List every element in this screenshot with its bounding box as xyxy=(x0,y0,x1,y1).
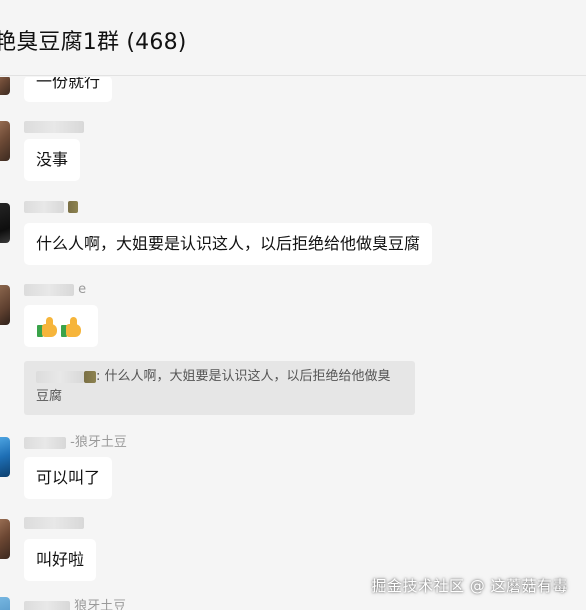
avatar[interactable] xyxy=(0,285,10,325)
redacted-name xyxy=(24,436,66,449)
sender-name: e xyxy=(24,282,86,298)
message-bubble[interactable]: 叫好啦 xyxy=(24,539,97,581)
sender-name-text: 狼牙土豆 xyxy=(74,599,127,610)
chat-header: 艳臭豆腐1群 (468) xyxy=(0,0,586,76)
message-list[interactable]: 一份就行 没事 什么人啊，大姐要是认识这人，以后拒绝给他做臭豆腐 e: 什么人… xyxy=(0,77,586,610)
message-text: 没事 xyxy=(36,150,69,169)
redacted-name xyxy=(36,370,84,383)
redacted-name xyxy=(24,600,70,610)
redacted-name xyxy=(24,516,84,529)
message-bubble[interactable]: 可以叫了 xyxy=(24,457,113,499)
sender-name-text: e xyxy=(78,282,87,297)
redacted-name xyxy=(24,283,74,296)
message-bubble[interactable] xyxy=(24,305,98,347)
message-text: 叫好啦 xyxy=(36,550,85,569)
avatar[interactable] xyxy=(0,121,10,161)
redacted-name xyxy=(24,200,64,213)
sender-name: -狼牙土豆 xyxy=(24,431,127,450)
sender-name xyxy=(24,199,79,215)
message-bubble[interactable]: 一份就行 xyxy=(24,77,113,102)
quoted-message[interactable]: : 什么人啊，大姐要是认识这人，以后拒绝给他做臭豆腐 xyxy=(24,361,415,415)
avatar[interactable] xyxy=(0,519,10,559)
redacted-name xyxy=(68,200,79,213)
message-text: 什么人啊，大姐要是认识这人，以后拒绝给他做臭豆腐 xyxy=(36,234,421,253)
avatar[interactable] xyxy=(0,203,10,243)
sender-name xyxy=(24,515,84,531)
message-text: 一份就行 xyxy=(36,77,101,91)
sender-name: 狼牙土豆 xyxy=(24,595,126,610)
message-text: 可以叫了 xyxy=(36,468,101,487)
redacted-name xyxy=(84,370,96,383)
watermark: 掘金技术社区 @ 这蘑菇有毒 xyxy=(371,577,568,595)
chat-title: 艳臭豆腐1群 (468) xyxy=(0,30,187,55)
thumbs-up-icon xyxy=(60,316,82,338)
redacted-name xyxy=(24,120,84,133)
thumbs-up-icon xyxy=(36,316,58,338)
avatar[interactable] xyxy=(0,597,10,610)
avatar[interactable] xyxy=(0,437,10,477)
message-bubble[interactable]: 没事 xyxy=(24,139,81,181)
message-bubble[interactable]: 什么人啊，大姐要是认识这人，以后拒绝给他做臭豆腐 xyxy=(24,223,433,265)
sender-name-text: -狼牙土豆 xyxy=(70,435,127,450)
avatar[interactable] xyxy=(0,77,10,95)
chat-window: 艳臭豆腐1群 (468) 一份就行 没事 什么人啊，大姐要是认识这人，以后拒绝给… xyxy=(0,0,586,610)
emoji-group xyxy=(36,316,82,338)
sender-name xyxy=(24,119,84,135)
